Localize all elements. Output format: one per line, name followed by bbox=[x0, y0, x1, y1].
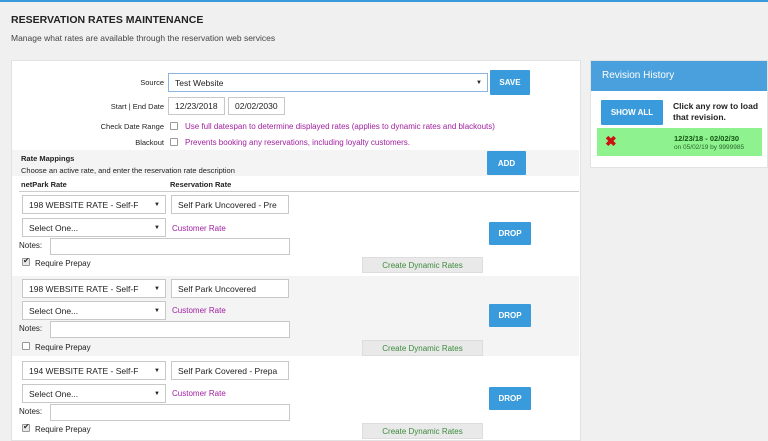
check-range-label: Check Date Range bbox=[100, 122, 164, 131]
col-header-netpark: netPark Rate bbox=[21, 180, 67, 189]
check-range-checkbox[interactable] bbox=[170, 122, 178, 130]
drop-button[interactable]: DROP bbox=[489, 387, 531, 410]
check-range-desc: Use full datespan to determine displayed… bbox=[185, 122, 495, 131]
show-all-button[interactable]: SHOW ALL bbox=[601, 100, 663, 125]
secondary-select[interactable]: Select One... bbox=[22, 301, 166, 320]
drop-button[interactable]: DROP bbox=[489, 304, 531, 327]
col-header-reservation: Reservation Rate bbox=[170, 180, 232, 189]
header-divider bbox=[19, 191, 579, 192]
require-prepay-label: Require Prepay bbox=[35, 343, 91, 352]
require-prepay-checkbox[interactable] bbox=[22, 342, 30, 350]
end-date-input[interactable]: 02/02/2030 bbox=[228, 97, 285, 115]
notes-label: Notes: bbox=[19, 324, 43, 333]
revision-range: 12/23/18 - 02/02/30 bbox=[674, 134, 740, 143]
notes-label: Notes: bbox=[19, 407, 43, 416]
close-icon[interactable]: ✖ bbox=[605, 134, 617, 148]
require-prepay-checkbox[interactable] bbox=[22, 256, 30, 266]
revision-hint: Click any row to load that revision. bbox=[673, 101, 759, 122]
customer-rate-link[interactable]: Customer Rate bbox=[172, 224, 226, 233]
blackout-checkbox[interactable] bbox=[170, 138, 178, 146]
require-prepay-label: Require Prepay bbox=[35, 425, 91, 434]
source-label: Source bbox=[140, 78, 164, 87]
save-button[interactable]: SAVE bbox=[490, 70, 530, 95]
revision-meta: on 05/02/19 by 9999985 bbox=[674, 144, 745, 151]
source-select[interactable]: Test Website bbox=[168, 73, 488, 92]
create-dynamic-rates-button[interactable]: Create Dynamic Rates bbox=[362, 257, 483, 273]
mappings-desc: Choose an active rate, and enter the res… bbox=[21, 166, 235, 175]
dates-label: Start | End Date bbox=[110, 102, 164, 111]
drop-button[interactable]: DROP bbox=[489, 222, 531, 245]
revision-history-title: Revision History bbox=[591, 61, 767, 91]
create-dynamic-rates-button[interactable]: Create Dynamic Rates bbox=[362, 423, 483, 439]
blackout-label: Blackout bbox=[135, 138, 164, 147]
customer-rate-link[interactable]: Customer Rate bbox=[172, 306, 226, 315]
require-prepay-checkbox[interactable] bbox=[22, 422, 30, 432]
notes-label: Notes: bbox=[19, 241, 43, 250]
create-dynamic-rates-button[interactable]: Create Dynamic Rates bbox=[362, 340, 483, 356]
mappings-title: Rate Mappings bbox=[21, 154, 75, 163]
reservation-rate-input[interactable]: Self Park Covered - Prepa bbox=[171, 361, 289, 380]
netpark-rate-select[interactable]: 198 WEBSITE RATE - Self-F bbox=[22, 279, 166, 298]
page-subtitle: Manage what rates are available through … bbox=[11, 33, 276, 43]
secondary-select[interactable]: Select One... bbox=[22, 384, 166, 403]
blackout-desc: Prevents booking any reservations, inclu… bbox=[185, 138, 410, 147]
revision-row[interactable]: ✖ 12/23/18 - 02/02/30 on 05/02/19 by 999… bbox=[597, 128, 762, 156]
notes-input[interactable] bbox=[50, 238, 290, 255]
top-accent-bar bbox=[0, 0, 768, 2]
customer-rate-link[interactable]: Customer Rate bbox=[172, 389, 226, 398]
secondary-select[interactable]: Select One... bbox=[22, 218, 166, 237]
reservation-rate-input[interactable]: Self Park Uncovered bbox=[171, 279, 289, 298]
netpark-rate-select[interactable]: 198 WEBSITE RATE - Self-F bbox=[22, 195, 166, 214]
netpark-rate-select[interactable]: 194 WEBSITE RATE - Self-F bbox=[22, 361, 166, 380]
notes-input[interactable] bbox=[50, 404, 290, 421]
require-prepay-label: Require Prepay bbox=[35, 259, 91, 268]
start-date-input[interactable]: 12/23/2018 bbox=[168, 97, 225, 115]
page-title: RESERVATION RATES MAINTENANCE bbox=[11, 14, 204, 26]
add-button[interactable]: ADD bbox=[487, 151, 526, 175]
notes-input[interactable] bbox=[50, 321, 290, 338]
reservation-rate-input[interactable]: Self Park Uncovered - Pre bbox=[171, 195, 289, 214]
